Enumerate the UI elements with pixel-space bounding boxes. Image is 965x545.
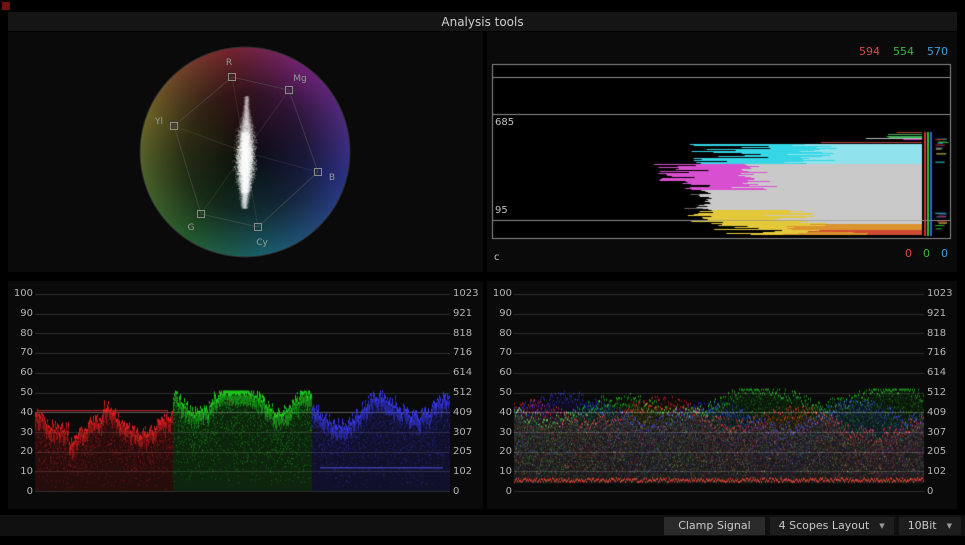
scale-label: 614 [453,367,473,379]
vectorscope-panel: R Mg B Cy G Yl [8,32,483,272]
scopes-layout-dropdown[interactable]: 4 Scopes Layout ▼ [769,516,894,535]
scale-label: 205 [927,446,947,458]
scale-label: 40 [20,406,33,418]
chevron-down-icon: ▼ [879,521,885,530]
bottom-toolbar: Clamp Signal 4 Scopes Layout ▼ 10Bit ▼ [0,515,965,536]
scale-label: 614 [927,367,947,379]
scale-label: 60 [499,367,512,379]
scale-label: 921 [927,307,947,319]
scale-label: 20 [20,446,33,458]
scale-label: 70 [20,347,33,359]
waveform-panel: 100 90 80 70 60 50 40 30 20 10 0 1023 92… [487,281,957,509]
scale-label: 716 [453,347,473,359]
scale-label: 30 [20,426,33,438]
waveform-percent-scale: 100 90 80 70 60 50 40 30 20 10 0 [489,288,512,498]
histogram-scope [487,32,957,272]
scale-label: 30 [499,426,512,438]
histogram-ref-high: 685 [495,117,515,128]
rgb-parade-panel: 100 90 80 70 60 50 40 30 20 10 0 1023 92… [8,281,483,509]
bit-depth-dropdown[interactable]: 10Bit ▼ [898,516,961,535]
scale-label: 40 [499,406,512,418]
scale-label: 50 [20,386,33,398]
scale-label: 409 [927,406,947,418]
scale-label: 90 [20,307,33,319]
histogram-max-blue: 570 [927,45,948,58]
page-title: Analysis tools [441,14,524,29]
histogram-min-red: 0 [905,247,912,260]
parade-percent-scale: 100 90 80 70 60 50 40 30 20 10 0 [10,288,33,498]
waveform-code-scale: 1023 921 818 716 614 512 409 307 205 102… [927,288,957,498]
scale-label: 90 [499,307,512,319]
window-corner-accent [2,2,10,10]
scale-label: 0 [505,485,512,497]
scale-label: 10 [499,466,512,478]
histogram-min-blue: 0 [941,247,948,260]
scale-label: 512 [453,386,473,398]
scale-label: 102 [927,466,947,478]
scale-label: 20 [499,446,512,458]
rgb-parade-scope [8,281,483,509]
titlebar: Analysis tools [8,12,957,31]
histogram-max-green: 554 [893,45,914,58]
histogram-min-green: 0 [923,247,930,260]
scale-label: 100 [492,288,512,299]
scale-label: 1023 [453,288,479,299]
scale-label: 0 [26,485,33,497]
waveform-scope [487,281,957,509]
histogram-ref-low: 95 [495,205,508,216]
parade-code-scale: 1023 921 818 716 614 512 409 307 205 102… [453,288,483,498]
histogram-max-values: 594 554 570 [859,45,948,58]
scale-label: 100 [13,288,33,299]
scale-label: 0 [927,485,934,497]
scale-label: 60 [20,367,33,379]
scale-label: 1023 [927,288,953,299]
histogram-corner-label: c [494,252,500,263]
scale-label: 80 [20,327,33,339]
scale-label: 921 [453,307,473,319]
histogram-min-values: 0 0 0 [905,247,948,260]
scale-label: 80 [499,327,512,339]
scale-label: 716 [927,347,947,359]
scale-label: 307 [453,426,473,438]
analysis-tools-window: Analysis tools 594 554 570 685 95 c 0 0 … [8,12,957,509]
scale-label: 102 [453,466,473,478]
scale-label: 409 [453,406,473,418]
scopes-grid: R Mg B Cy G Yl 594 554 570 685 95 c [8,32,957,509]
vectorscope-trace [8,32,483,272]
scale-label: 10 [20,466,33,478]
clamp-signal-button[interactable]: Clamp Signal [664,516,765,535]
bit-depth-value: 10Bit [907,519,937,532]
scale-label: 818 [927,327,947,339]
scale-label: 307 [927,426,947,438]
chevron-down-icon: ▼ [946,521,952,530]
scale-label: 818 [453,327,473,339]
scale-label: 50 [499,386,512,398]
histogram-panel: 594 554 570 685 95 c 0 0 0 [487,32,957,272]
scale-label: 205 [453,446,473,458]
scale-label: 0 [453,485,460,497]
histogram-max-red: 594 [859,45,880,58]
scale-label: 70 [499,347,512,359]
scale-label: 512 [927,386,947,398]
scopes-layout-value: 4 Scopes Layout [778,519,870,532]
